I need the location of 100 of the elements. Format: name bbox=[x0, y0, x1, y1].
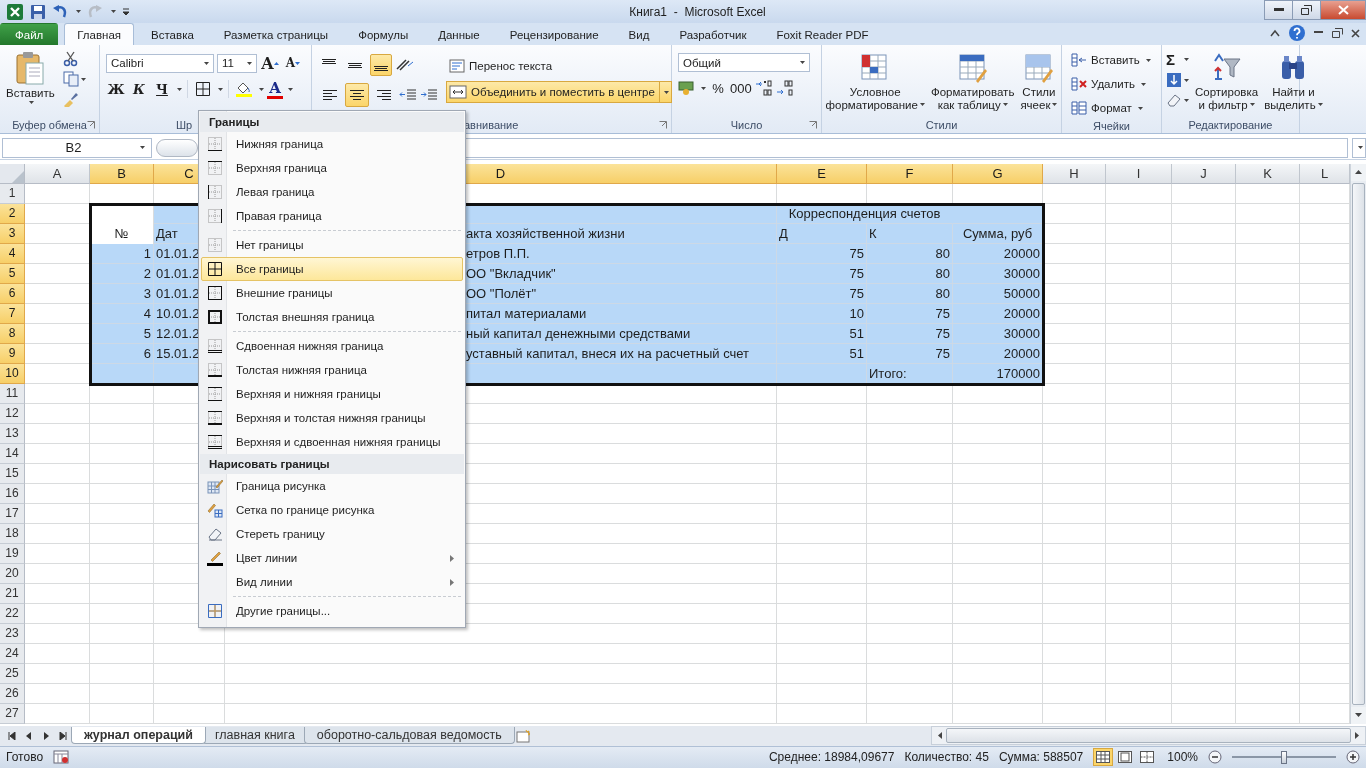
percent-button[interactable]: % bbox=[709, 78, 727, 99]
minimize-button[interactable] bbox=[1264, 0, 1293, 20]
row-header[interactable]: 3 bbox=[0, 223, 25, 244]
styles-button[interactable]: Форматировать как таблицу bbox=[930, 49, 1015, 113]
thousands-button[interactable]: 000 bbox=[730, 78, 752, 99]
menu-item[interactable]: Вид линии bbox=[201, 570, 463, 594]
scissors-icon[interactable] bbox=[62, 51, 79, 68]
row-header[interactable]: 6 bbox=[0, 283, 25, 304]
italic-button[interactable]: К bbox=[129, 79, 149, 100]
row-header[interactable]: 14 bbox=[0, 443, 25, 464]
ribbon-tab[interactable]: Разметка страницы bbox=[210, 24, 342, 46]
styles-button[interactable]: Стили ячеек bbox=[1020, 49, 1058, 113]
menu-item[interactable]: Все границы bbox=[201, 257, 463, 281]
row-header[interactable]: 21 bbox=[0, 583, 25, 604]
ribbon-tab[interactable]: Разработчик bbox=[666, 24, 760, 46]
zoom-out-icon[interactable] bbox=[1208, 750, 1222, 765]
row-header[interactable]: 20 bbox=[0, 563, 25, 584]
row-header[interactable]: 11 bbox=[0, 383, 25, 404]
column-header[interactable]: J bbox=[1172, 163, 1236, 184]
decrease-decimal-icon[interactable] bbox=[775, 80, 794, 97]
ribbon-tab[interactable]: Формулы bbox=[345, 24, 422, 46]
expand-formula-button[interactable] bbox=[1352, 137, 1366, 158]
row-header[interactable]: 4 bbox=[0, 243, 25, 264]
row-header[interactable]: 2 bbox=[0, 203, 25, 224]
scroll-down-icon[interactable] bbox=[1355, 713, 1362, 718]
column-header[interactable]: K bbox=[1236, 163, 1300, 184]
restore-icon[interactable] bbox=[1332, 28, 1343, 39]
merge-center-button[interactable]: Объединить и поместить в центре bbox=[446, 81, 672, 104]
zoom-level[interactable]: 100% bbox=[1167, 750, 1198, 765]
column-header[interactable]: I bbox=[1106, 163, 1172, 184]
row-header[interactable]: 19 bbox=[0, 543, 25, 564]
horizontal-scrollbar[interactable] bbox=[930, 726, 1366, 746]
close-icon[interactable] bbox=[1351, 28, 1360, 38]
row-header[interactable]: 12 bbox=[0, 403, 25, 424]
ribbon-tab[interactable]: Вставка bbox=[138, 24, 207, 46]
menu-item[interactable]: Другие границы... bbox=[201, 599, 463, 623]
undo-icon[interactable] bbox=[52, 3, 68, 20]
decrease-indent-icon[interactable] bbox=[399, 88, 417, 103]
fill-down-icon[interactable] bbox=[1166, 72, 1182, 89]
autosum-button[interactable]: Σ bbox=[1166, 51, 1182, 69]
row-header[interactable]: 1 bbox=[0, 183, 25, 204]
menu-item[interactable]: Сетка по границе рисунка bbox=[201, 498, 463, 522]
paste-button[interactable]: Вставить bbox=[4, 49, 57, 107]
row-header[interactable]: 5 bbox=[0, 263, 25, 284]
menu-item[interactable]: Граница рисунка bbox=[201, 474, 463, 498]
scroll-left-icon[interactable] bbox=[937, 732, 942, 740]
sheet-nav-icon[interactable] bbox=[59, 731, 67, 740]
ribbon-tab[interactable]: Рецензирование bbox=[496, 24, 612, 46]
sheet-tab[interactable]: журнал операций bbox=[71, 727, 206, 745]
eraser-icon[interactable] bbox=[1166, 92, 1182, 109]
format-painter-icon[interactable] bbox=[62, 91, 79, 108]
grow-font-button[interactable]: A bbox=[260, 53, 280, 74]
minimize-ribbon-icon[interactable] bbox=[1270, 29, 1280, 38]
sheet-tab[interactable]: оборотно-сальдовая ведомость bbox=[303, 727, 515, 745]
underline-button[interactable]: Ч bbox=[152, 79, 172, 100]
menu-item[interactable]: Нижняя граница bbox=[201, 132, 463, 156]
sort-filter-button[interactable]: Сортировка и фильтр bbox=[1195, 49, 1259, 113]
dialog-launcher-icon[interactable] bbox=[659, 121, 667, 130]
row-header[interactable]: 9 bbox=[0, 343, 25, 364]
dialog-launcher-icon[interactable] bbox=[809, 121, 817, 130]
horizontal-align-button[interactable] bbox=[345, 83, 369, 108]
column-header[interactable]: F bbox=[867, 163, 953, 184]
row-header[interactable]: 23 bbox=[0, 623, 25, 644]
vertical-scrollbar[interactable] bbox=[1350, 163, 1366, 724]
shrink-font-button[interactable]: A bbox=[283, 53, 303, 74]
font-name-field[interactable]: Calibri bbox=[106, 53, 214, 73]
cells-button[interactable]: Удалить bbox=[1068, 73, 1155, 96]
column-header[interactable]: B bbox=[90, 163, 154, 184]
menu-item[interactable]: Цвет линии bbox=[201, 546, 463, 570]
menu-item[interactable]: Верхняя и нижняя границы bbox=[201, 382, 463, 406]
row-header[interactable]: 24 bbox=[0, 643, 25, 664]
menu-item[interactable]: Верхняя и толстая нижняя границы bbox=[201, 406, 463, 430]
menu-item[interactable]: Верхняя и сдвоенная нижняя границы bbox=[201, 430, 463, 454]
column-header[interactable]: L bbox=[1300, 163, 1350, 184]
row-header[interactable]: 8 bbox=[0, 323, 25, 344]
scroll-right-icon[interactable] bbox=[1355, 732, 1359, 740]
formula-bar-handle[interactable] bbox=[156, 138, 198, 157]
row-header[interactable]: 7 bbox=[0, 303, 25, 324]
excel-logo-icon[interactable] bbox=[6, 2, 24, 21]
font-color-button[interactable]: A bbox=[267, 79, 283, 100]
ribbon-tab[interactable]: Вид bbox=[615, 24, 663, 46]
restore-button[interactable] bbox=[1292, 0, 1321, 20]
menu-item[interactable]: Стереть границу bbox=[201, 522, 463, 546]
cells-button[interactable]: Вставить bbox=[1068, 49, 1155, 72]
row-header[interactable]: 25 bbox=[0, 663, 25, 684]
row-header[interactable]: 16 bbox=[0, 483, 25, 504]
ribbon-tab[interactable]: Foxit Reader PDF bbox=[763, 24, 882, 46]
vertical-align-button[interactable] bbox=[370, 54, 392, 77]
column-header[interactable]: G bbox=[953, 163, 1043, 184]
row-header[interactable]: 10 bbox=[0, 363, 25, 384]
ribbon-tab[interactable]: Данные bbox=[425, 24, 493, 46]
row-header[interactable]: 27 bbox=[0, 703, 25, 724]
column-header[interactable]: E bbox=[777, 163, 867, 184]
scroll-up-icon[interactable] bbox=[1355, 170, 1362, 175]
increase-indent-icon[interactable] bbox=[420, 88, 438, 103]
zoom-slider-thumb[interactable] bbox=[1281, 750, 1287, 764]
view-button[interactable] bbox=[1093, 748, 1114, 767]
cells-button[interactable]: Формат bbox=[1068, 97, 1155, 120]
name-box[interactable]: B2 bbox=[2, 137, 152, 158]
row-header[interactable]: 13 bbox=[0, 423, 25, 444]
